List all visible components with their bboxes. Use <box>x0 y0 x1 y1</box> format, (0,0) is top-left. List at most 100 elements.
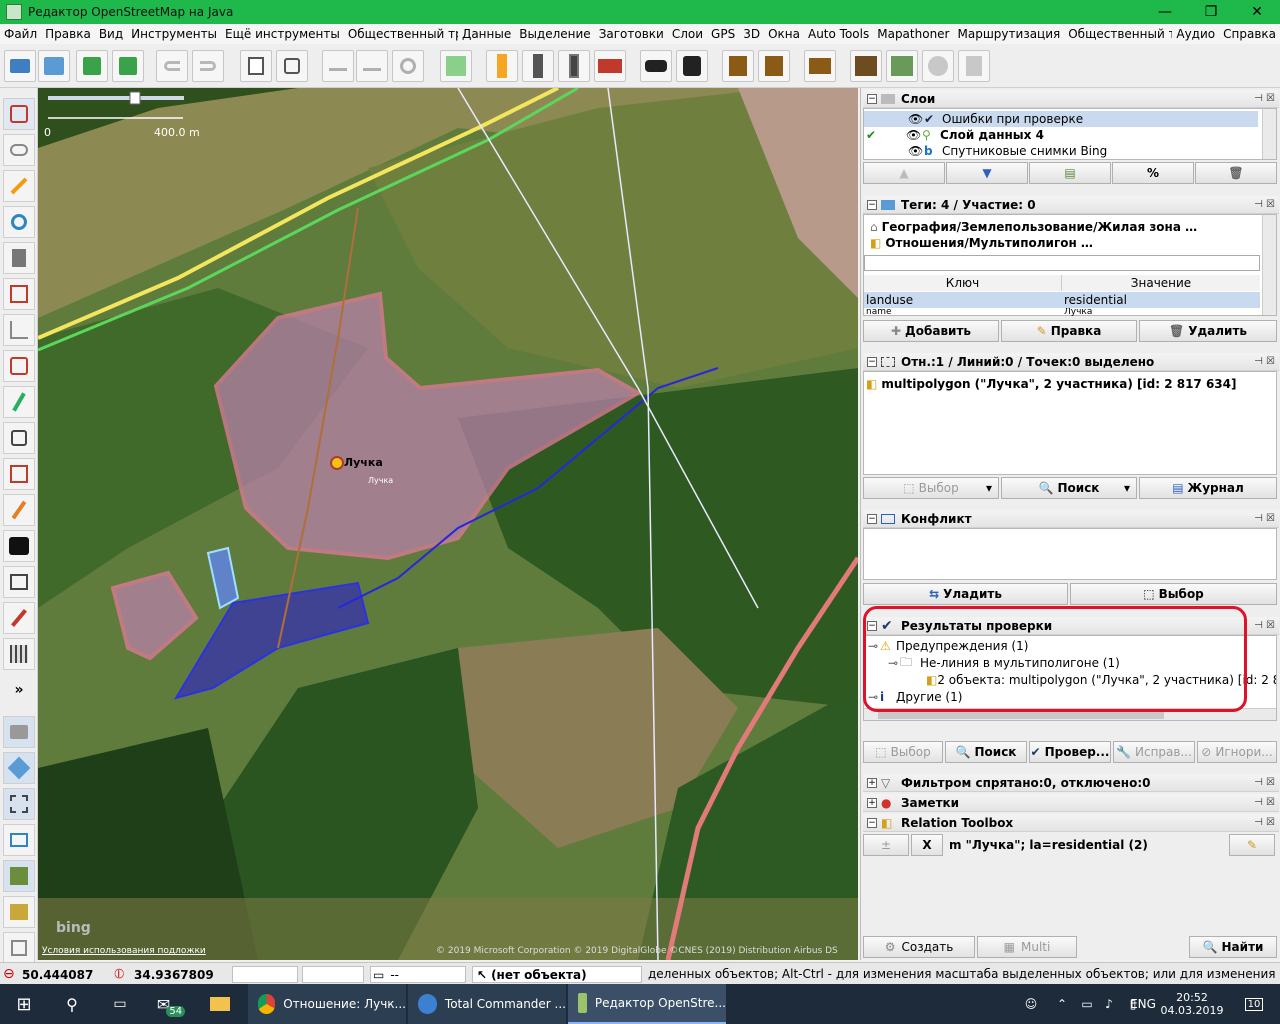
explorer-button[interactable] <box>196 984 244 1024</box>
menu-edit[interactable]: Правка <box>41 27 95 41</box>
menu-3d[interactable]: 3D <box>739 27 764 41</box>
validation-validate-button[interactable]: ✔ Провер... <box>1029 741 1111 763</box>
collapse-toggle-icon[interactable]: − <box>867 356 877 367</box>
layer-row-data[interactable]: ✔ 👁 ⚲ Слой данных 4 <box>864 127 1258 143</box>
imagery-terms-link[interactable]: Условия использования подложки <box>42 946 206 956</box>
tags-pane[interactable]: ⌂ География/Землепользование/Жилая зона … <box>863 214 1277 316</box>
conflict-resolve-button[interactable]: ⇆ Уладить <box>863 583 1068 605</box>
select-mode-button[interactable] <box>3 98 35 130</box>
selection-panel-header[interactable]: − Отн.:1 / Линий:0 / Точек:0 выделено ⊣ … <box>863 353 1279 371</box>
preset-car-button[interactable] <box>640 50 672 82</box>
task-view-button[interactable]: ▭ <box>96 984 144 1024</box>
place-name-label[interactable]: Лучка <box>344 456 383 469</box>
layer-row-validation[interactable]: 👁 ✔ Ошибки при проверке <box>864 111 1258 127</box>
notes-toggle-button[interactable] <box>3 932 35 964</box>
relation-add-button[interactable]: ± <box>863 834 909 856</box>
filter-toggle-button[interactable] <box>3 896 35 928</box>
lasso-mode-button[interactable] <box>3 134 35 166</box>
start-button[interactable]: ⊞ <box>0 984 48 1024</box>
eye-icon[interactable]: 👁 <box>906 128 921 142</box>
relation-find-button[interactable]: 🔍 Найти <box>1189 936 1277 958</box>
expand-toggle-icon[interactable]: + <box>867 797 877 808</box>
dropdown-arrow-icon[interactable]: ▾ <box>986 481 992 495</box>
mail-button[interactable]: ✉ 54 <box>146 984 196 1024</box>
layers-scrollbar[interactable] <box>1262 109 1276 159</box>
filter-panel-header[interactable]: + ▽ Фильтром спрятано:0, отключено:0 ⊣ ☒ <box>863 774 1279 792</box>
preset-road-grey-button[interactable] <box>522 50 554 82</box>
taskbar-app-chrome[interactable]: Отношение: Лучк... <box>248 984 406 1024</box>
relation-multi-button[interactable]: ▦ Multi <box>977 936 1077 958</box>
close-button[interactable]: ✕ <box>1234 0 1280 24</box>
selection-select-button[interactable]: ⬚ Выбор ▾ <box>863 477 999 499</box>
menu-presets[interactable]: Заготовки <box>595 27 668 41</box>
layer-opacity-button[interactable]: % <box>1112 162 1194 184</box>
delete-mode-button[interactable] <box>3 242 35 274</box>
preset-road-yellow-button[interactable] <box>486 50 518 82</box>
tag-row[interactable]: name Лучка <box>864 308 1260 316</box>
menu-public-transport[interactable]: Общественный транспорт <box>344 27 458 41</box>
tags-panel-header[interactable]: − Теги: 4 / Участие: 0 ⊣ ☒ <box>863 196 1279 214</box>
settings-button[interactable] <box>276 50 308 82</box>
improve-way-button[interactable] <box>3 350 35 382</box>
taskbar-app-josm[interactable]: Редактор OpenStre... <box>568 984 726 1024</box>
reverse-way-button[interactable] <box>392 50 424 82</box>
network-icon[interactable]: ▭ <box>1076 984 1098 1024</box>
tags-toggle-button[interactable] <box>3 752 35 784</box>
preset-wall-button[interactable] <box>594 50 626 82</box>
latitude-value[interactable]: 50.444087 <box>2 966 108 983</box>
ruler-button[interactable] <box>3 386 35 418</box>
menu-layers[interactable]: Слои <box>668 27 707 41</box>
layer-row-bing[interactable]: 👁 b Спутниковые снимки Bing <box>864 143 1258 159</box>
measure-button[interactable] <box>3 422 35 454</box>
menu-selection[interactable]: Выделение <box>515 27 594 41</box>
open-location-button[interactable] <box>38 50 70 82</box>
menu-view[interactable]: Вид <box>95 27 127 41</box>
plugin-button-2[interactable] <box>958 50 990 82</box>
key-column-header[interactable]: Ключ <box>864 275 1062 291</box>
wireframe-button[interactable] <box>440 50 472 82</box>
combine-way-button[interactable] <box>322 50 354 82</box>
notifications-button[interactable]: 10 <box>1234 984 1274 1024</box>
validation-fix-button[interactable]: 🔧 Исправ... <box>1113 741 1195 763</box>
building-tool-button[interactable] <box>3 458 35 490</box>
layer-delete-button[interactable]: 🗑 <box>1195 162 1277 184</box>
more-tools-button[interactable]: » <box>3 674 35 706</box>
draw-mode-button[interactable] <box>3 170 35 202</box>
search-taskbar-button[interactable]: ⚲ <box>48 984 96 1024</box>
download-button[interactable] <box>76 50 108 82</box>
selection-toggle-button[interactable] <box>3 788 35 820</box>
menu-public-transport-2[interactable]: Общественный транспорт <box>1064 27 1172 41</box>
selection-history-button[interactable]: ▤ Журнал <box>1139 477 1277 499</box>
validator-toggle-button[interactable] <box>3 860 35 892</box>
pin-close-icon[interactable]: ⊣ ☒ <box>1254 93 1275 104</box>
preset-bus-button[interactable] <box>676 50 708 82</box>
menu-data[interactable]: Данные <box>458 27 515 41</box>
add-tag-button[interactable]: ✚ Добавить <box>863 320 999 342</box>
pin-close-icon[interactable]: ⊣ ☒ <box>1254 199 1275 210</box>
selection-item[interactable]: ◧ multipolygon ("Лучка", 2 участника) [i… <box>864 376 1236 392</box>
minimize-button[interactable]: — <box>1142 0 1188 24</box>
menu-help[interactable]: Справка <box>1219 27 1280 41</box>
stop-area-button[interactable] <box>3 566 35 598</box>
pin-close-icon[interactable]: ⊣ ☒ <box>1254 817 1275 828</box>
upload-button[interactable] <box>112 50 144 82</box>
delete-tag-button[interactable]: 🗑 Удалить <box>1139 320 1277 342</box>
route-button[interactable] <box>3 602 35 634</box>
pin-close-icon[interactable]: ⊣ ☒ <box>1254 620 1275 631</box>
menu-tools[interactable]: Инструменты <box>127 27 221 41</box>
preset-landfill-button[interactable] <box>886 50 918 82</box>
zoom-slider-track[interactable] <box>48 96 184 100</box>
relation-toolbox-header[interactable]: − ◧ Relation Toolbox ⊣ ☒ <box>863 814 1279 832</box>
value-column-header[interactable]: Значение <box>1062 275 1260 291</box>
relation-edit-button[interactable]: ✎ <box>1229 834 1275 856</box>
validation-select-button[interactable]: ⬚ Выбор <box>863 741 943 763</box>
conflict-select-button[interactable]: ⬚ Выбор <box>1070 583 1277 605</box>
eye-icon[interactable]: 👁 <box>908 112 923 126</box>
extrude-mode-button[interactable] <box>3 278 35 310</box>
tag-row[interactable]: landuse residential <box>864 292 1260 308</box>
collapse-toggle-icon[interactable]: − <box>867 93 877 104</box>
preset-castle-button[interactable] <box>804 50 836 82</box>
expand-toggle-icon[interactable]: + <box>867 777 877 788</box>
menu-audio[interactable]: Аудио <box>1172 27 1219 41</box>
menu-windows[interactable]: Окна <box>764 27 804 41</box>
